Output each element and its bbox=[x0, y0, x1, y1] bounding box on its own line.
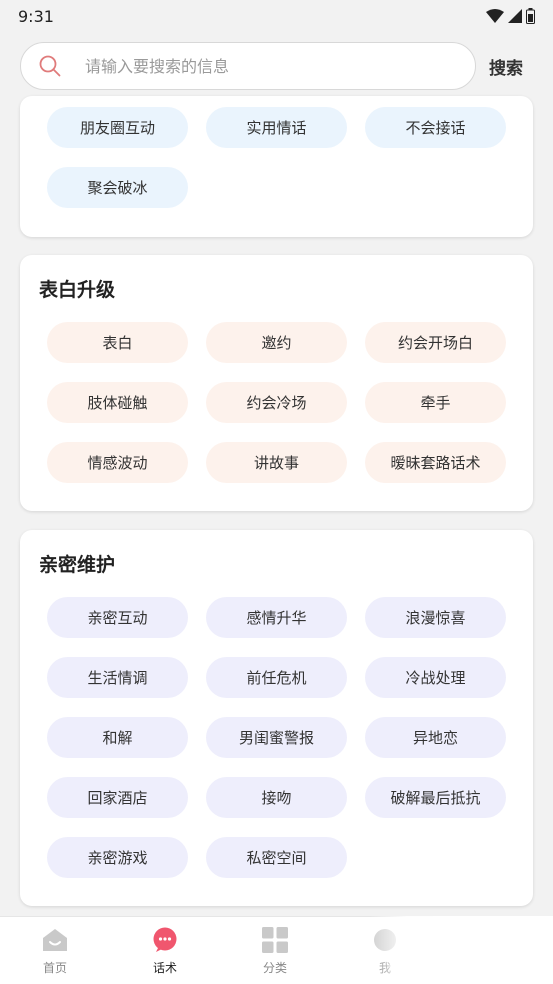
search-icon bbox=[39, 55, 61, 77]
signal-icon bbox=[508, 9, 522, 23]
chip-confession[interactable]: 表白 bbox=[47, 322, 188, 363]
chip-party-icebreaker[interactable]: 聚会破冰 bbox=[47, 167, 188, 208]
chip-private-space[interactable]: 私密空间 bbox=[206, 837, 347, 878]
chip-storytelling[interactable]: 讲故事 bbox=[206, 442, 347, 483]
nav-item-scripts[interactable]: 话术 bbox=[110, 917, 220, 984]
section-card-confession: 表白升级 表白 邀约 约会开场白 肢体碰触 约会冷场 牵手 情感波动 讲故事 暧… bbox=[20, 255, 533, 511]
chip-long-distance[interactable]: 异地恋 bbox=[365, 717, 506, 758]
chip-date-opener[interactable]: 约会开场白 bbox=[365, 322, 506, 363]
chip-break-last-resistance[interactable]: 破解最后抵抗 bbox=[365, 777, 506, 818]
search-box[interactable] bbox=[20, 42, 476, 90]
chip-invite[interactable]: 邀约 bbox=[206, 322, 347, 363]
chip-moments-interaction[interactable]: 朋友圈互动 bbox=[47, 107, 188, 148]
bottom-nav: 首页 话术 分类 我 bbox=[0, 916, 553, 984]
chip-grid-confession: 表白 邀约 约会开场白 肢体碰触 约会冷场 牵手 情感波动 讲故事 暧昧套路话术 bbox=[47, 322, 507, 483]
chip-reconcile[interactable]: 和解 bbox=[47, 717, 188, 758]
status-icons bbox=[486, 8, 535, 24]
search-row: 搜索 bbox=[20, 42, 535, 90]
chip-date-awkward-silence[interactable]: 约会冷场 bbox=[206, 382, 347, 423]
nav-label: 话术 bbox=[152, 961, 177, 975]
chat-bubble-icon bbox=[152, 927, 178, 953]
search-input[interactable] bbox=[85, 56, 415, 76]
chip-kiss[interactable]: 接吻 bbox=[206, 777, 347, 818]
chip-guy-bestie-alert[interactable]: 男闺蜜警报 bbox=[206, 717, 347, 758]
wifi-icon bbox=[486, 9, 504, 23]
status-bar: 9:31 bbox=[0, 0, 553, 32]
chip-emotional-fluctuation[interactable]: 情感波动 bbox=[47, 442, 188, 483]
nav-label: 我 bbox=[378, 961, 391, 975]
chip-home-hotel[interactable]: 回家酒店 bbox=[47, 777, 188, 818]
search-button[interactable]: 搜索 bbox=[489, 54, 523, 79]
chip-flirting-scripts[interactable]: 暧昧套路话术 bbox=[365, 442, 506, 483]
chip-cold-war-handling[interactable]: 冷战处理 bbox=[365, 657, 506, 698]
nav-item-categories[interactable]: 分类 bbox=[220, 917, 330, 984]
chip-intimate-games[interactable]: 亲密游戏 bbox=[47, 837, 188, 878]
nav-label: 首页 bbox=[42, 961, 67, 975]
battery-icon bbox=[526, 8, 535, 24]
section-card-social: 朋友圈互动 实用情话 不会接话 聚会破冰 bbox=[20, 96, 533, 237]
chip-cant-reply[interactable]: 不会接话 bbox=[365, 107, 506, 148]
home-icon bbox=[42, 927, 68, 953]
section-title: 亲密维护 bbox=[39, 554, 116, 576]
chip-hold-hands[interactable]: 牵手 bbox=[365, 382, 506, 423]
nav-label: 分类 bbox=[262, 961, 287, 975]
chip-grid-intimacy: 亲密互动 感情升华 浪漫惊喜 生活情调 前任危机 冷战处理 和解 男闺蜜警报 异… bbox=[47, 597, 507, 878]
chip-relationship-upgrade[interactable]: 感情升华 bbox=[206, 597, 347, 638]
status-time: 9:31 bbox=[18, 6, 54, 26]
section-title: 表白升级 bbox=[39, 279, 116, 301]
nav-item-profile[interactable]: 我 bbox=[330, 917, 440, 984]
chip-body-touch[interactable]: 肢体碰触 bbox=[47, 382, 188, 423]
chip-grid-social: 朋友圈互动 实用情话 不会接话 聚会破冰 bbox=[47, 107, 507, 208]
chip-ex-crisis[interactable]: 前任危机 bbox=[206, 657, 347, 698]
chip-life-romance[interactable]: 生活情调 bbox=[47, 657, 188, 698]
chip-intimate-interaction[interactable]: 亲密互动 bbox=[47, 597, 188, 638]
profile-icon bbox=[372, 927, 398, 953]
chip-practical-sweet-talk[interactable]: 实用情话 bbox=[206, 107, 347, 148]
nav-item-home[interactable]: 首页 bbox=[0, 917, 110, 984]
chip-romantic-surprise[interactable]: 浪漫惊喜 bbox=[365, 597, 506, 638]
grid-icon bbox=[262, 927, 288, 953]
section-card-intimacy: 亲密维护 亲密互动 感情升华 浪漫惊喜 生活情调 前任危机 冷战处理 和解 男闺… bbox=[20, 530, 533, 906]
